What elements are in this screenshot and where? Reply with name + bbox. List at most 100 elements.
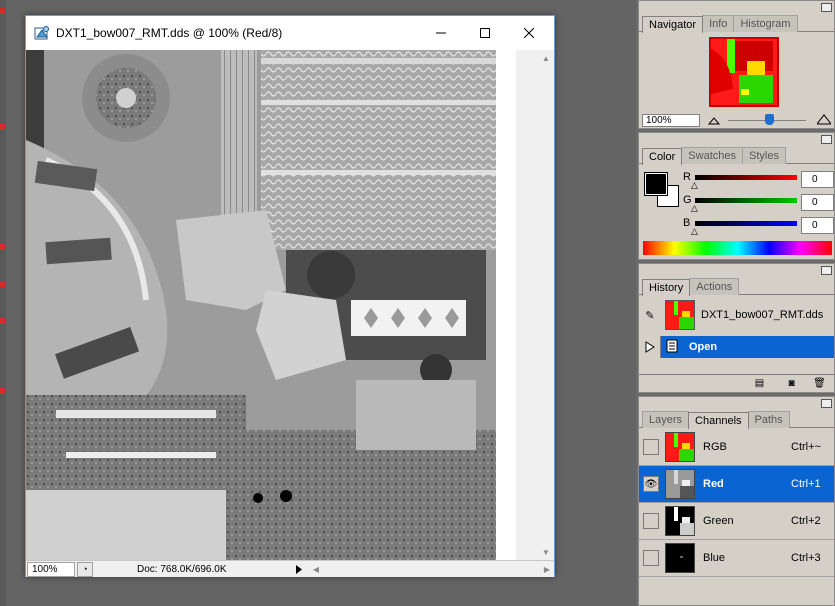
- history-brush-icon[interactable]: ✎: [639, 309, 661, 322]
- history-item-label: Open: [689, 341, 718, 353]
- channel-thumbnail: [665, 469, 695, 499]
- green-slider-handle-icon[interactable]: △: [691, 203, 698, 214]
- channel-shortcut: Ctrl+~: [791, 441, 821, 453]
- panel-header[interactable]: [639, 397, 834, 411]
- history-item-open[interactable]: Open: [639, 336, 834, 358]
- new-document-icon[interactable]: ▤: [753, 378, 766, 389]
- scroll-down-icon[interactable]: ▼: [538, 544, 554, 560]
- document-title: DXT1_bow007_RMT.dds @ 100% (Red/8): [56, 26, 283, 40]
- scroll-right-icon[interactable]: ▶: [540, 562, 554, 577]
- tab-history[interactable]: History: [642, 279, 691, 296]
- doc-size-info[interactable]: Doc: 768.0K/696.0K: [137, 564, 267, 575]
- zoom-slider-handle[interactable]: [765, 114, 774, 125]
- document-window[interactable]: DXT1_bow007_RMT.dds @ 100% (Red/8) ▲ ▼ 1…: [25, 15, 555, 577]
- tab-color[interactable]: Color: [642, 148, 683, 165]
- green-slider[interactable]: [695, 198, 797, 203]
- blue-label: B: [683, 217, 691, 229]
- eye-icon[interactable]: 👁: [643, 476, 659, 492]
- panel-minimize-icon[interactable]: [821, 135, 832, 144]
- panel-dock: Navigator Info Histogram 100% Color Swat…: [636, 0, 835, 606]
- navigator-controls: 100%: [642, 114, 833, 128]
- channel-shortcut: Ctrl+1: [791, 478, 821, 490]
- panel-minimize-icon[interactable]: [821, 399, 832, 408]
- navigator-panel: Navigator Info Histogram 100%: [638, 0, 835, 129]
- red-slider-row: R △ 0: [679, 171, 834, 191]
- blue-slider[interactable]: [695, 221, 797, 226]
- minimize-button[interactable]: [418, 16, 464, 50]
- panel-header[interactable]: [639, 133, 834, 147]
- horizontal-scrollbar[interactable]: ◀ ▶: [309, 562, 554, 577]
- red-label: R: [683, 171, 691, 183]
- tab-navigator[interactable]: Navigator: [642, 16, 704, 33]
- navigator-thumbnail-image: [711, 39, 777, 105]
- channel-row-green[interactable]: Green Ctrl+2: [639, 503, 834, 540]
- channel-thumbnail: [665, 506, 695, 536]
- document-titlebar[interactable]: DXT1_bow007_RMT.dds @ 100% (Red/8): [26, 16, 554, 50]
- history-tabs: History Actions: [639, 278, 834, 296]
- visibility-toggle[interactable]: [643, 550, 659, 566]
- vertical-scrollbar[interactable]: ▲ ▼: [538, 50, 554, 560]
- image-canvas[interactable]: [26, 50, 516, 560]
- maximize-button[interactable]: [462, 16, 508, 50]
- tab-info[interactable]: Info: [702, 15, 735, 32]
- canvas-area[interactable]: ▲ ▼: [26, 50, 554, 560]
- snapshot-label: DXT1_bow007_RMT.dds: [701, 309, 824, 321]
- channel-name: RGB: [703, 441, 727, 453]
- channel-shortcut: Ctrl+3: [791, 552, 821, 564]
- channel-name: Blue: [703, 552, 726, 564]
- red-slider[interactable]: [695, 175, 797, 180]
- foreground-color-swatch[interactable]: [644, 172, 668, 196]
- blue-value-field[interactable]: 0: [801, 217, 834, 234]
- panel-minimize-icon[interactable]: [821, 266, 832, 275]
- tab-swatches[interactable]: Swatches: [681, 147, 743, 164]
- channel-row-red[interactable]: 👁 Red Ctrl+1: [639, 466, 834, 503]
- tab-styles[interactable]: Styles: [742, 147, 786, 164]
- channels-tabs: Layers Channels Paths: [639, 411, 834, 429]
- history-open-icon: [665, 339, 679, 356]
- tab-histogram[interactable]: Histogram: [733, 15, 798, 32]
- history-state-marker[interactable]: [639, 336, 661, 358]
- red-slider-handle-icon[interactable]: △: [691, 180, 698, 191]
- navigator-preview[interactable]: [709, 37, 779, 107]
- tab-actions[interactable]: Actions: [689, 278, 740, 295]
- navigator-zoom-field[interactable]: 100%: [642, 114, 700, 127]
- color-spectrum-bar[interactable]: [643, 241, 832, 255]
- photoshop-document-icon: [34, 26, 49, 40]
- red-value-field[interactable]: 0: [801, 171, 834, 188]
- channel-row-blue[interactable]: Blue Ctrl+3: [639, 540, 834, 577]
- panel-header[interactable]: [639, 264, 834, 278]
- visibility-toggle[interactable]: [643, 513, 659, 529]
- document-statusbar: 100% ◔ Doc: 768.0K/696.0K ◀ ▶: [26, 560, 554, 577]
- panel-header[interactable]: [639, 1, 834, 15]
- channel-thumbnail: [665, 543, 695, 573]
- scroll-up-icon[interactable]: ▲: [538, 50, 554, 66]
- blue-slider-row: B △ 0: [679, 217, 834, 237]
- texture-image: [26, 50, 516, 560]
- color-panel: Color Swatches Styles R △ 0 G △ 0 B △ 0: [638, 132, 835, 260]
- green-value-field[interactable]: 0: [801, 194, 834, 211]
- status-menu-arrow-icon[interactable]: [293, 562, 305, 577]
- history-snapshot[interactable]: ✎ DXT1_bow007_RMT.dds: [639, 298, 834, 332]
- tab-channels[interactable]: Channels: [688, 412, 749, 429]
- close-icon: [524, 28, 534, 38]
- zoom-options-icon[interactable]: ◔: [77, 561, 93, 577]
- channel-name: Green: [703, 515, 734, 527]
- minimize-icon: [436, 32, 446, 34]
- zoom-in-icon[interactable]: [817, 114, 831, 125]
- color-tabs: Color Swatches Styles: [639, 147, 834, 165]
- snapshot-camera-icon[interactable]: ◙: [785, 378, 798, 389]
- tab-paths[interactable]: Paths: [747, 411, 790, 428]
- panel-minimize-icon[interactable]: [821, 3, 832, 12]
- channel-row-rgb[interactable]: RGB Ctrl+~: [639, 429, 834, 466]
- navigator-tabs: Navigator Info Histogram: [639, 15, 834, 33]
- close-button[interactable]: [506, 16, 552, 50]
- zoom-field[interactable]: 100%: [27, 561, 75, 577]
- channel-shortcut: Ctrl+2: [791, 515, 821, 527]
- blue-slider-handle-icon[interactable]: △: [691, 226, 698, 237]
- scroll-left-icon[interactable]: ◀: [309, 562, 323, 577]
- tab-layers[interactable]: Layers: [642, 411, 690, 428]
- trash-icon[interactable]: 🗑: [813, 378, 826, 389]
- zoom-out-icon[interactable]: [708, 116, 720, 125]
- channels-panel: Layers Channels Paths RGB Ctrl+~ 👁 Red C…: [638, 396, 835, 606]
- visibility-toggle[interactable]: [643, 439, 659, 455]
